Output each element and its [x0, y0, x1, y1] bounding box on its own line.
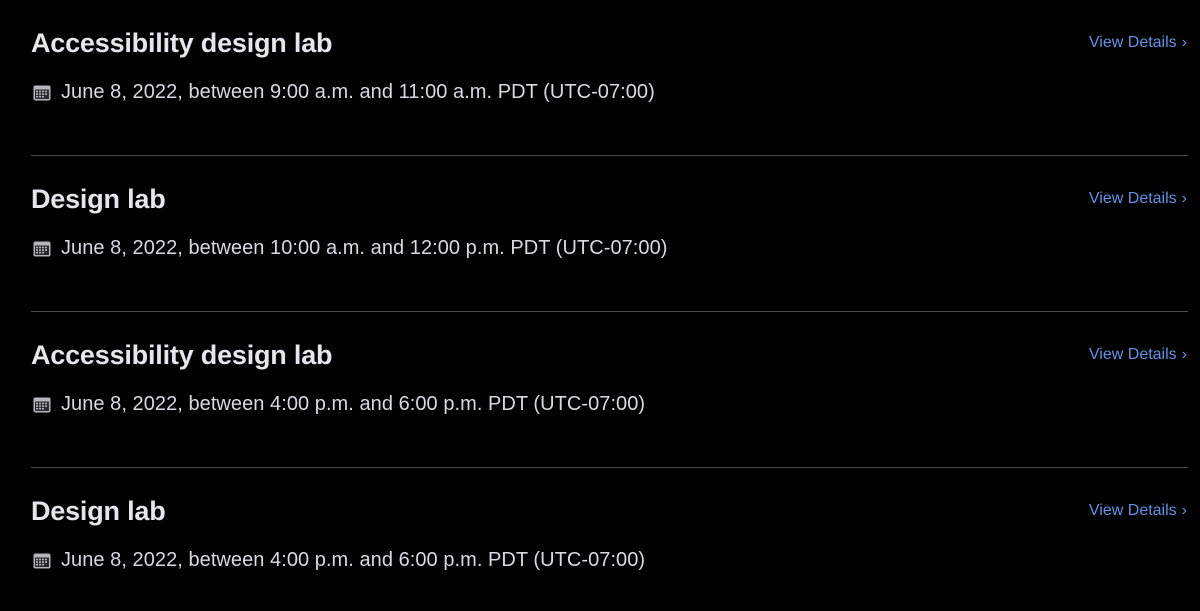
session-title: Accessibility design lab [31, 340, 333, 370]
session-time: June 8, 2022, between 4:00 p.m. and 6:00… [33, 393, 645, 416]
chevron-right-icon: › [1181, 190, 1187, 207]
chevron-right-icon: › [1181, 502, 1187, 519]
session-title: Design lab [31, 496, 166, 526]
session-item: Accessibility design lab June 8, 2022, b… [0, 312, 1200, 468]
session-list: Accessibility design lab June 8, 2022, b… [0, 0, 1200, 611]
session-item: Design lab [0, 468, 1200, 611]
chevron-right-icon: › [1181, 34, 1187, 51]
view-details-link[interactable]: View Details › [1089, 346, 1187, 364]
session-time: June 8, 2022, between 4:00 p.m. and 6:00… [33, 549, 645, 572]
view-details-label: View Details [1088, 346, 1177, 363]
session-time-text: June 8, 2022, between 4:00 p.m. and 6:00… [61, 549, 646, 571]
calendar-icon [33, 84, 51, 102]
session-item: Design lab [0, 156, 1200, 312]
view-details-link[interactable]: View Details › [1089, 190, 1187, 208]
session-title: Design lab [31, 184, 166, 214]
calendar-icon [33, 396, 51, 414]
chevron-right-icon: › [1181, 346, 1187, 363]
session-time-text: June 8, 2022, between 9:00 a.m. and 11:0… [61, 81, 655, 103]
view-details-label: View Details [1088, 34, 1177, 51]
session-time: June 8, 2022, between 9:00 a.m. and 11:0… [33, 81, 655, 104]
view-details-label: View Details [1088, 190, 1177, 207]
session-time-text: June 8, 2022, between 4:00 p.m. and 6:00… [61, 393, 646, 415]
session-time: June 8, 2022, between 10:00 a.m. and 12:… [33, 237, 667, 260]
view-details-link[interactable]: View Details › [1089, 502, 1187, 520]
calendar-icon [33, 240, 51, 258]
session-item: Accessibility design lab June 8, 2022, b… [0, 0, 1200, 156]
session-title: Accessibility design lab [31, 28, 333, 58]
session-time-text: June 8, 2022, between 10:00 a.m. and 12:… [61, 237, 668, 259]
view-details-label: View Details [1088, 502, 1177, 519]
view-details-link[interactable]: View Details › [1089, 34, 1187, 52]
calendar-icon [33, 552, 51, 570]
